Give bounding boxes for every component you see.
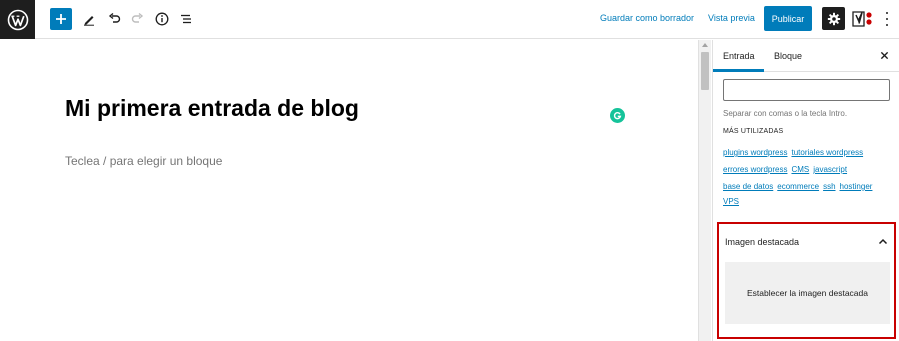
details-button[interactable] <box>151 8 173 30</box>
grammarly-icon[interactable] <box>610 108 625 123</box>
more-vertical-icon[interactable] <box>881 10 893 28</box>
most-used-tag[interactable]: VPS <box>723 197 739 206</box>
most-used-tag[interactable]: tutoriales wordpress <box>791 148 863 157</box>
most-used-tag[interactable]: javascript <box>813 165 847 174</box>
gear-icon <box>827 12 840 25</box>
undo-icon <box>108 12 121 23</box>
close-icon <box>880 51 888 59</box>
set-featured-image-button[interactable]: Establecer la imagen destacada <box>725 262 890 324</box>
post-title[interactable]: Mi primera entrada de blog <box>65 95 359 122</box>
scrollbar-thumb[interactable] <box>701 52 709 90</box>
tools-button[interactable] <box>78 8 100 30</box>
block-placeholder[interactable]: Teclea / para elegir un bloque <box>65 154 222 168</box>
undo-button[interactable] <box>103 8 125 30</box>
scroll-up-arrow[interactable] <box>702 43 708 47</box>
info-icon <box>155 12 169 26</box>
most-used-tag[interactable]: ssh <box>823 182 835 191</box>
add-block-button[interactable] <box>50 8 72 30</box>
editor-canvas: Mi primera entrada de blog Teclea / para… <box>0 40 698 341</box>
most-used-tag[interactable]: CMS <box>791 165 809 174</box>
tab-entrada[interactable]: Entrada <box>723 51 755 61</box>
most-used-row: plugins wordpress tutoriales wordpress <box>723 148 867 157</box>
tags-help-text: Separar con comas o la tecla Intro. <box>723 109 848 118</box>
pencil-icon <box>84 16 94 26</box>
redo-button[interactable] <box>127 8 149 30</box>
panel-toggle-button[interactable] <box>877 235 889 247</box>
featured-image-title[interactable]: Imagen destacada <box>725 237 799 247</box>
wordpress-icon[interactable] <box>0 0 35 39</box>
plus-icon <box>56 14 66 24</box>
most-used-tag[interactable]: errores wordpress <box>723 165 787 174</box>
tags-input[interactable] <box>723 79 890 101</box>
redo-icon <box>131 12 144 23</box>
tab-bloque[interactable]: Bloque <box>774 51 802 61</box>
most-used-row: errores wordpress CMS javascript <box>723 165 851 174</box>
most-used-row: VPS <box>723 197 743 206</box>
most-used-heading: MÁS UTILIZADAS <box>723 128 784 135</box>
yoast-button[interactable] <box>851 8 875 30</box>
list-view-button[interactable] <box>175 8 197 30</box>
most-used-tag[interactable]: ecommerce <box>777 182 819 191</box>
featured-image-panel: Imagen destacada Establecer la imagen de… <box>717 222 896 339</box>
settings-button[interactable] <box>822 7 845 30</box>
editor-scrollbar[interactable] <box>698 40 711 341</box>
yoast-icon <box>852 11 872 27</box>
list-view-icon <box>181 14 191 24</box>
most-used-row: base de datos ecommerce ssh hostinger <box>723 182 876 191</box>
save-draft-button[interactable]: Guardar como borrador <box>600 13 694 23</box>
most-used-tag[interactable]: plugins wordpress <box>723 148 787 157</box>
most-used-tag[interactable]: base de datos <box>723 182 773 191</box>
publish-button[interactable]: Publicar <box>764 6 812 31</box>
close-sidebar-button[interactable] <box>877 48 891 62</box>
preview-button[interactable]: Vista previa <box>708 13 755 23</box>
active-tab-indicator <box>713 69 764 72</box>
chevron-up-icon <box>878 238 888 244</box>
most-used-tag[interactable]: hostinger <box>840 182 873 191</box>
sidebar-tabs: Entrada Bloque <box>713 40 899 72</box>
editor-toolbar: Guardar como borrador Vista previa Publi… <box>0 0 899 39</box>
settings-sidebar: Entrada Bloque Separar con comas o la te… <box>712 40 899 341</box>
